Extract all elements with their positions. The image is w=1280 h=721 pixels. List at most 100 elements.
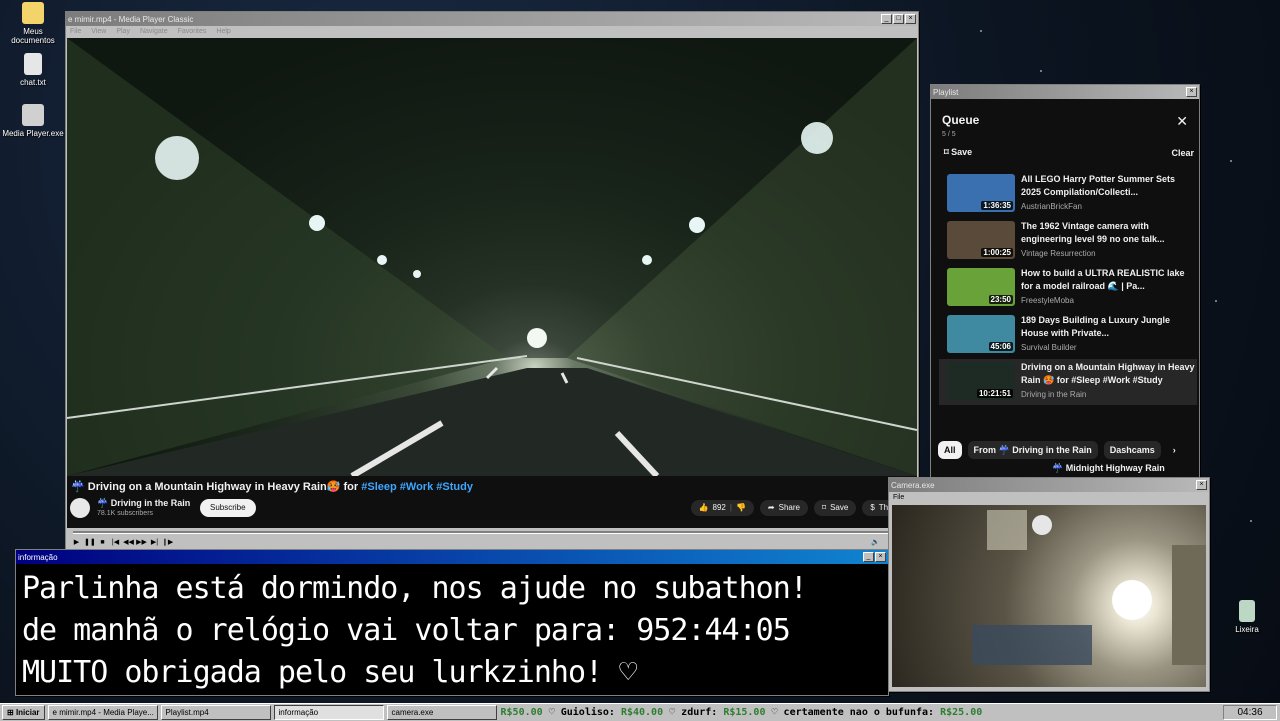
queue-item-channel: Driving in the Rain (1021, 390, 1087, 399)
channel-avatar[interactable] (70, 498, 90, 518)
close-button[interactable]: × (875, 552, 886, 562)
playlist-titlebar[interactable]: Playlist × (931, 85, 1199, 99)
queue-save-button[interactable]: ⌑ Save (944, 147, 972, 158)
tag-work[interactable]: #Work (400, 481, 433, 493)
menu-file[interactable]: File (893, 494, 904, 501)
chip-dashcams[interactable]: Dashcams (1103, 441, 1161, 459)
menu-view[interactable]: View (91, 28, 106, 35)
minimize-button[interactable]: _ (881, 14, 892, 24)
menu-help[interactable]: Help (216, 28, 230, 35)
desktop-icon-chat[interactable]: chat.txt (2, 53, 64, 87)
video-title[interactable]: ☔ Driving on a Mountain Highway in Heavy… (71, 480, 473, 493)
share-button[interactable]: ➦ Share (759, 500, 808, 516)
window-title: informação (18, 552, 58, 562)
filter-chips: All From ☔ Driving in the Rain Dashcams … (938, 441, 1182, 459)
info-message: Parlinha está dormindo, nos ajude no sub… (22, 568, 808, 694)
rewind-icon[interactable]: ◀◀ (123, 538, 134, 548)
subscribe-button[interactable]: Subscribe (200, 499, 256, 517)
video-thumbnail: 1:00:25 (947, 221, 1015, 259)
queue-heading: Queue (942, 113, 980, 127)
queue-item[interactable]: 45:06 189 Days Building a Luxury Jungle … (939, 312, 1197, 358)
desktop-icon-label: Media Player.exe (2, 129, 64, 138)
close-icon[interactable]: ✕ (1176, 113, 1188, 130)
start-button[interactable]: ⊞ Iniciar (2, 705, 45, 720)
queue-item-channel: Vintage Resurrection (1021, 249, 1096, 258)
window-title: Camera.exe (891, 480, 935, 490)
text-file-icon (24, 53, 42, 75)
media-player-titlebar[interactable]: e mimir.mp4 - Media Player Classic _ □ × (66, 12, 918, 26)
thumbs-up-icon: 👍 (698, 503, 709, 512)
queue-item-channel: AustrianBrickFan (1021, 202, 1082, 211)
chip-from-channel[interactable]: From ☔ Driving in the Rain (967, 441, 1098, 459)
video-thumbnail: 23:50 (947, 268, 1015, 306)
desktop-icon-recycle-bin[interactable]: Lixeira (1216, 600, 1278, 634)
channel-name[interactable]: ☔ Driving in the Rain (97, 498, 190, 509)
menu-navigate[interactable]: Navigate (140, 28, 168, 35)
queue-item[interactable]: 1:36:35 All LEGO Harry Potter Summer Set… (939, 171, 1197, 217)
windows-logo-icon: ⊞ (7, 708, 14, 717)
queue-clear-button[interactable]: Clear (1171, 148, 1194, 158)
camera-window: Camera.exe × File (888, 477, 1210, 692)
pause-icon[interactable]: ❚❚ (84, 538, 96, 548)
menu-play[interactable]: Play (116, 28, 130, 35)
next-recommendation[interactable]: ☔ Midnight Highway Rain (1052, 463, 1165, 474)
info-line-2: de manhã o relógio vai voltar para: 952:… (22, 613, 791, 648)
thumbs-down-icon[interactable]: 👎 (736, 500, 746, 516)
playlist-window: Playlist × Queue 5 / 5 ✕ ⌑ Save Clear 1:… (930, 84, 1200, 478)
close-button[interactable]: × (1186, 87, 1197, 97)
room-scene (972, 510, 1206, 665)
queue-item-title: How to build a ULTRA REALISTIC lake for … (1021, 268, 1185, 291)
menu-file[interactable]: File (70, 28, 81, 35)
info-line-3: MUITO obrigada pelo seu lurkzinho! ♡ (22, 655, 637, 690)
queue-item-title: All LEGO Harry Potter Summer Sets 2025 C… (1021, 174, 1176, 197)
desktop-icon-label: Meus documentos (11, 27, 55, 45)
bookmark-icon: ⌑ (944, 147, 949, 157)
task-info[interactable]: informação (273, 705, 384, 720)
donation-ticker: R$50.00 ♡ Guioliso: R$40.00 ♡ zdurf: R$1… (500, 707, 983, 718)
window-title: e mimir.mp4 - Media Player Classic (68, 14, 194, 24)
info-titlebar[interactable]: informação _ × (16, 550, 888, 564)
task-camera[interactable]: camera.exe (386, 705, 497, 720)
dollar-icon: $ (870, 503, 875, 512)
subscriber-count: 78.1K subscribers (97, 510, 154, 517)
queue-item[interactable]: 23:50 How to build a ULTRA REALISTIC lak… (939, 265, 1197, 311)
video-frame[interactable] (67, 38, 917, 476)
info-window: informação _ × Parlinha está dormindo, n… (15, 549, 889, 696)
forward-icon[interactable]: ▶▶ (136, 538, 147, 548)
queue-item[interactable]: 1:00:25 The 1962 Vintage camera with eng… (939, 218, 1197, 264)
task-playlist[interactable]: Playlist.mp4 (160, 705, 271, 720)
menu-favorites[interactable]: Favorites (178, 28, 207, 35)
chip-all[interactable]: All (938, 441, 962, 459)
folder-icon (22, 2, 44, 24)
play-icon[interactable]: ▶ (71, 538, 82, 548)
volume-icon[interactable]: 🔈 (870, 538, 881, 548)
seek-bar[interactable] (67, 528, 917, 536)
webcam-feed (892, 505, 1206, 687)
tag-sleep[interactable]: #Sleep (361, 481, 396, 493)
video-thumbnail: 10:21:51 (947, 362, 1015, 400)
frame-step-icon[interactable]: ❙▶ (162, 538, 173, 548)
next-icon[interactable]: ▶| (149, 538, 160, 548)
queue-item-channel: Survival Builder (1021, 343, 1077, 352)
queue-count: 5 / 5 (942, 131, 956, 138)
minimize-button[interactable]: _ (863, 552, 874, 562)
save-button[interactable]: ⌑ Save (813, 500, 857, 516)
stop-icon[interactable]: ■ (97, 538, 108, 548)
video-thumbnail: 45:06 (947, 315, 1015, 353)
camera-titlebar[interactable]: Camera.exe × (889, 478, 1209, 492)
menu-bar: File View Play Navigate Favorites Help (66, 26, 918, 37)
taskbar: ⊞ Iniciar e mimir.mp4 - Media Playe... P… (0, 703, 1280, 721)
desktop-icon-media-player[interactable]: Media Player.exe (2, 104, 64, 138)
queue-item-title: The 1962 Vintage camera with engineering… (1021, 221, 1165, 244)
close-button[interactable]: × (1196, 480, 1207, 490)
close-button[interactable]: × (905, 14, 916, 24)
tag-study[interactable]: #Study (436, 481, 473, 493)
desktop-icon-documents[interactable]: Meus documentos (2, 2, 64, 45)
prev-icon[interactable]: |◀ (110, 538, 121, 548)
like-button[interactable]: 👍 892 | 👎 (690, 500, 754, 516)
queue-item-current[interactable]: 10:21:51 Driving on a Mountain Highway i… (939, 359, 1197, 405)
task-media-player[interactable]: e mimir.mp4 - Media Playe... (47, 705, 158, 720)
chevron-right-icon[interactable]: › (1167, 441, 1182, 459)
video-info-bar: ☔ Driving on a Mountain Highway in Heavy… (67, 476, 917, 528)
maximize-button[interactable]: □ (893, 14, 904, 24)
